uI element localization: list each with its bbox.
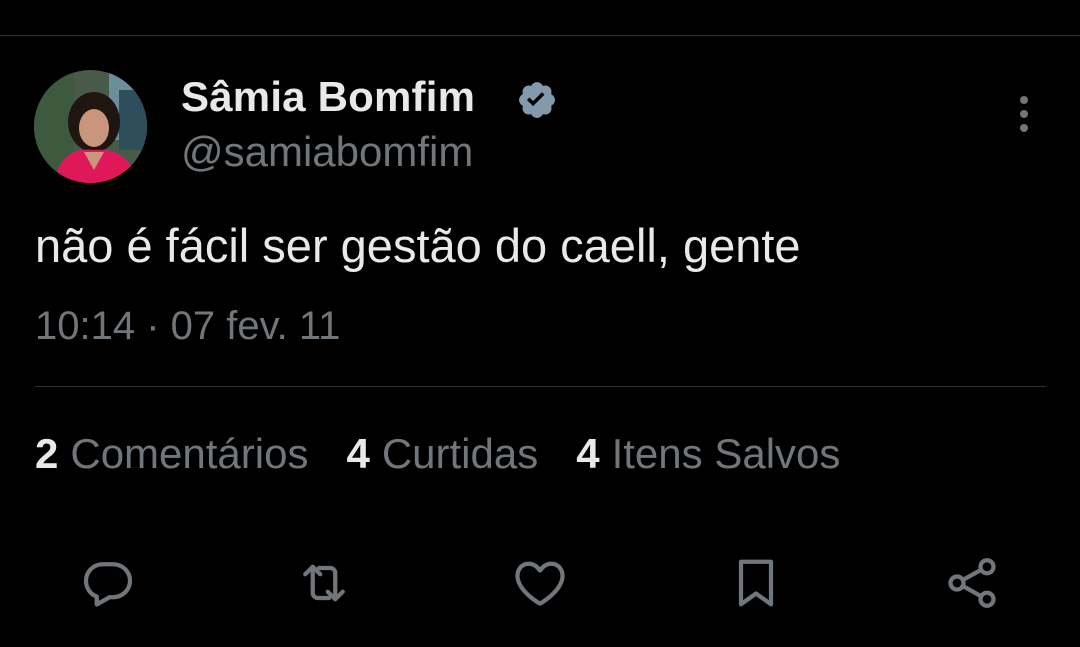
stat-label: Itens Salvos [611, 430, 841, 477]
tweet-text: não é fácil ser gestão do caell, gente [35, 219, 801, 272]
stat-label: Comentários [70, 430, 309, 477]
action-bar [0, 548, 1080, 618]
more-options-icon[interactable] [1002, 92, 1046, 136]
tweet-timestamp[interactable]: 10:14 · 07 fev. 11 [35, 303, 340, 349]
stat-comments[interactable]: 2 Comentários [35, 428, 308, 480]
engagement-stats: 2 Comentários 4 Curtidas 4 Itens Salvos [35, 428, 878, 480]
stat-count: 4 [346, 430, 370, 477]
stat-bookmarks[interactable]: 4 Itens Salvos [576, 428, 840, 480]
like-icon[interactable] [505, 548, 575, 618]
stat-count: 2 [35, 430, 59, 477]
retweet-icon[interactable] [289, 548, 359, 618]
author-handle[interactable]: @samiabomfim [181, 128, 473, 176]
verified-badge-icon [516, 79, 558, 121]
stat-likes[interactable]: 4 Curtidas [346, 428, 538, 480]
bookmark-icon[interactable] [721, 548, 791, 618]
reply-icon[interactable] [73, 548, 143, 618]
stat-count: 4 [576, 430, 600, 477]
stats-divider [35, 386, 1046, 387]
avatar[interactable] [34, 70, 147, 183]
top-divider [0, 35, 1080, 36]
stat-label: Curtidas [381, 430, 539, 477]
author-name[interactable]: Sâmia Bomfim [181, 73, 475, 121]
share-icon[interactable] [937, 548, 1007, 618]
